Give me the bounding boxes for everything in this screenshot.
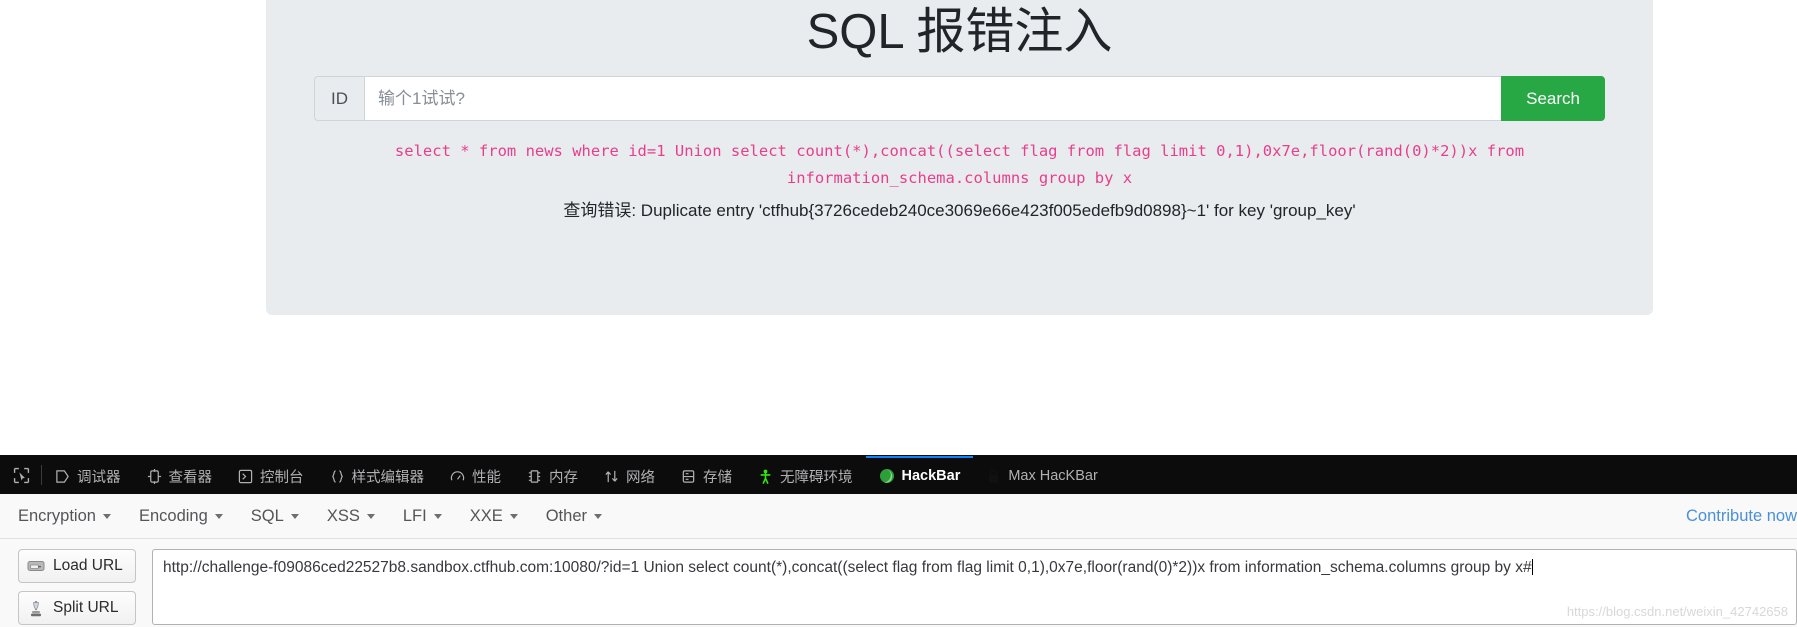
menu-label: Encryption: [18, 506, 96, 525]
hackbar-menubar: Encryption Encoding SQL XSS LFI XXE Othe…: [0, 494, 1797, 539]
browser-viewport: SQL 报错注入 ID Search select * from news wh…: [0, 0, 1797, 455]
load-url-label: Load URL: [53, 557, 123, 574]
url-text: http://challenge-f09086ced22527b8.sandbo…: [163, 559, 1532, 576]
search-button[interactable]: Search: [1501, 76, 1605, 121]
performance-icon: [450, 469, 465, 484]
chevron-down-icon: [366, 513, 375, 519]
devtools-tab-label: 查看器: [168, 469, 213, 486]
devtools-tab-style-editor[interactable]: 样式编辑器: [317, 456, 438, 494]
devtools-tab-inspector[interactable]: 查看器: [134, 456, 226, 494]
devtools-tab-label: 性能: [472, 469, 501, 486]
hackbar-action-buttons: Load URL Split URL: [18, 549, 136, 625]
hackbar-menu-xxe[interactable]: XXE: [470, 507, 533, 526]
element-picker-button[interactable]: [0, 456, 41, 494]
hackbar-menu-other[interactable]: Other: [546, 507, 617, 526]
storage-icon: [681, 469, 696, 484]
devtools-tab-accessibility[interactable]: 无障碍环境: [745, 456, 866, 494]
chevron-down-icon: [433, 513, 442, 519]
hackbar-body: Load URL Split URL http://challenge-f090…: [0, 539, 1797, 625]
menu-label: LFI: [402, 506, 427, 525]
hackbar-icon: [879, 468, 895, 484]
devtools-tab-network[interactable]: 网络: [591, 456, 668, 494]
devtools-tab-memory[interactable]: 内存: [514, 456, 591, 494]
inspector-icon: [147, 468, 162, 484]
hackbar-menu-xss[interactable]: XSS: [327, 507, 390, 526]
hackbar-menu-encryption[interactable]: Encryption: [18, 507, 126, 526]
id-input[interactable]: [364, 76, 1502, 121]
accessibility-icon: [758, 469, 773, 484]
devtools-panel: 调试器 查看器 控制台 样式编辑器 性能 内存 网络 存储 无障碍环境 Hack…: [0, 455, 1797, 627]
menu-label: XSS: [326, 506, 360, 525]
devtools-tab-debugger[interactable]: 调试器: [42, 456, 134, 494]
split-url-icon: [27, 600, 45, 617]
hackbar-menu-sql[interactable]: SQL: [251, 507, 314, 526]
devtools-tab-performance[interactable]: 性能: [437, 456, 514, 494]
devtools-tab-label: HackBar: [901, 468, 961, 484]
devtools-tab-label: Max HacKBar: [1008, 468, 1098, 484]
devtools-tab-label: 调试器: [77, 469, 121, 486]
devtools-tab-label: 无障碍环境: [780, 469, 853, 486]
element-picker-icon: [13, 467, 30, 484]
split-url-button[interactable]: Split URL: [18, 591, 136, 625]
page-title: SQL 报错注入: [806, 5, 1113, 59]
load-url-icon: [27, 558, 45, 574]
challenge-panel: SQL 报错注入 ID Search select * from news wh…: [266, 0, 1653, 315]
split-url-label: Split URL: [53, 599, 119, 616]
console-icon: [238, 469, 253, 484]
devtools-tab-hackbar[interactable]: HackBar: [865, 456, 974, 494]
devtools-tabbar: 调试器 查看器 控制台 样式编辑器 性能 内存 网络 存储 无障碍环境 Hack…: [0, 456, 1797, 494]
devtools-tab-console[interactable]: 控制台: [225, 456, 317, 494]
hackbar-menu-lfi[interactable]: LFI: [403, 507, 457, 526]
devtools-tab-storage[interactable]: 存储: [668, 456, 745, 494]
chevron-down-icon: [290, 513, 299, 519]
chevron-down-icon: [594, 513, 602, 519]
devtools-tab-label: 控制台: [260, 469, 304, 486]
devtools-tab-label: 内存: [549, 469, 578, 486]
id-label: ID: [314, 76, 364, 121]
text-cursor: [1531, 559, 1533, 575]
sql-error-message: 查询错误: Duplicate entry 'ctfhub{3726cedeb2…: [563, 201, 1356, 221]
chevron-down-icon: [509, 513, 518, 519]
sql-query-output: select * from news where id=1 Union sele…: [394, 142, 1525, 187]
chevron-down-icon: [102, 513, 111, 519]
devtools-tab-label: 存储: [703, 469, 732, 486]
devtools-tab-label: 样式编辑器: [351, 469, 425, 486]
menu-label: Encoding: [138, 506, 208, 525]
menu-label: XXE: [469, 506, 503, 525]
debugger-icon: [55, 469, 70, 484]
devtools-tab-label: 网络: [626, 469, 655, 486]
style-editor-icon: [330, 469, 345, 484]
watermark-text: https://blog.csdn.net/weixin_42742658: [1566, 604, 1788, 620]
devtools-tab-max-hackbar[interactable]: Max HacKBar: [973, 456, 1110, 494]
network-icon: [604, 469, 619, 484]
id-search-form: ID Search: [314, 76, 1605, 121]
max-hackbar-lock-icon: [986, 468, 1001, 484]
menu-label: Other: [545, 506, 587, 525]
contribute-now-link[interactable]: Contribute now: [1686, 507, 1797, 526]
url-textarea[interactable]: http://challenge-f09086ced22527b8.sandbo…: [152, 549, 1797, 625]
memory-icon: [527, 469, 542, 484]
load-url-button[interactable]: Load URL: [18, 549, 136, 583]
menu-label: SQL: [250, 506, 284, 525]
hackbar-menu-encoding[interactable]: Encoding: [139, 507, 238, 526]
chevron-down-icon: [214, 513, 223, 519]
